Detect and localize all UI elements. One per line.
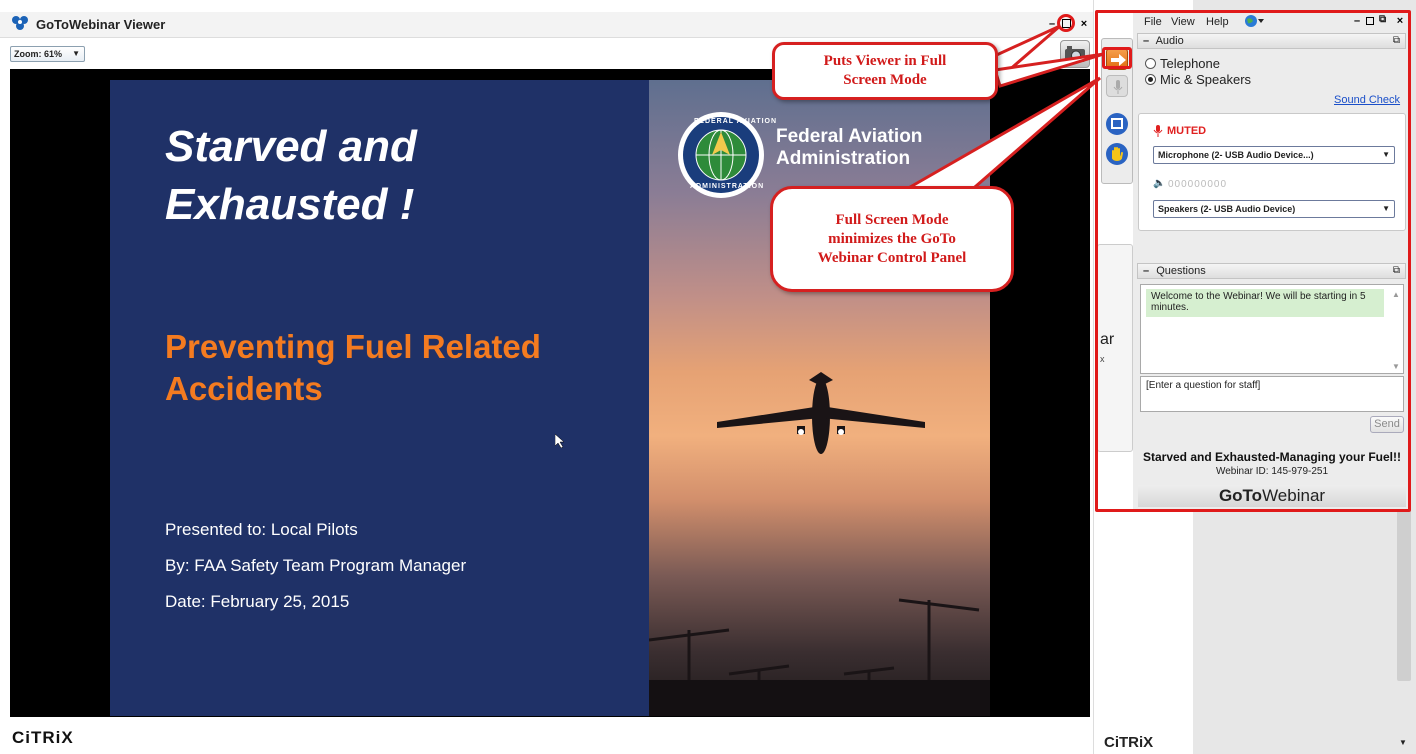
fullscreen-highlight-ring — [1057, 14, 1075, 32]
panel-toggle-highlight — [1102, 47, 1132, 69]
callout-minimize-panel: Full Screen Mode minimizes the GoTo Webi… — [770, 186, 1014, 292]
callout-pointers — [900, 24, 1105, 202]
callout-full-screen: Puts Viewer in Full Screen Mode — [772, 42, 998, 100]
